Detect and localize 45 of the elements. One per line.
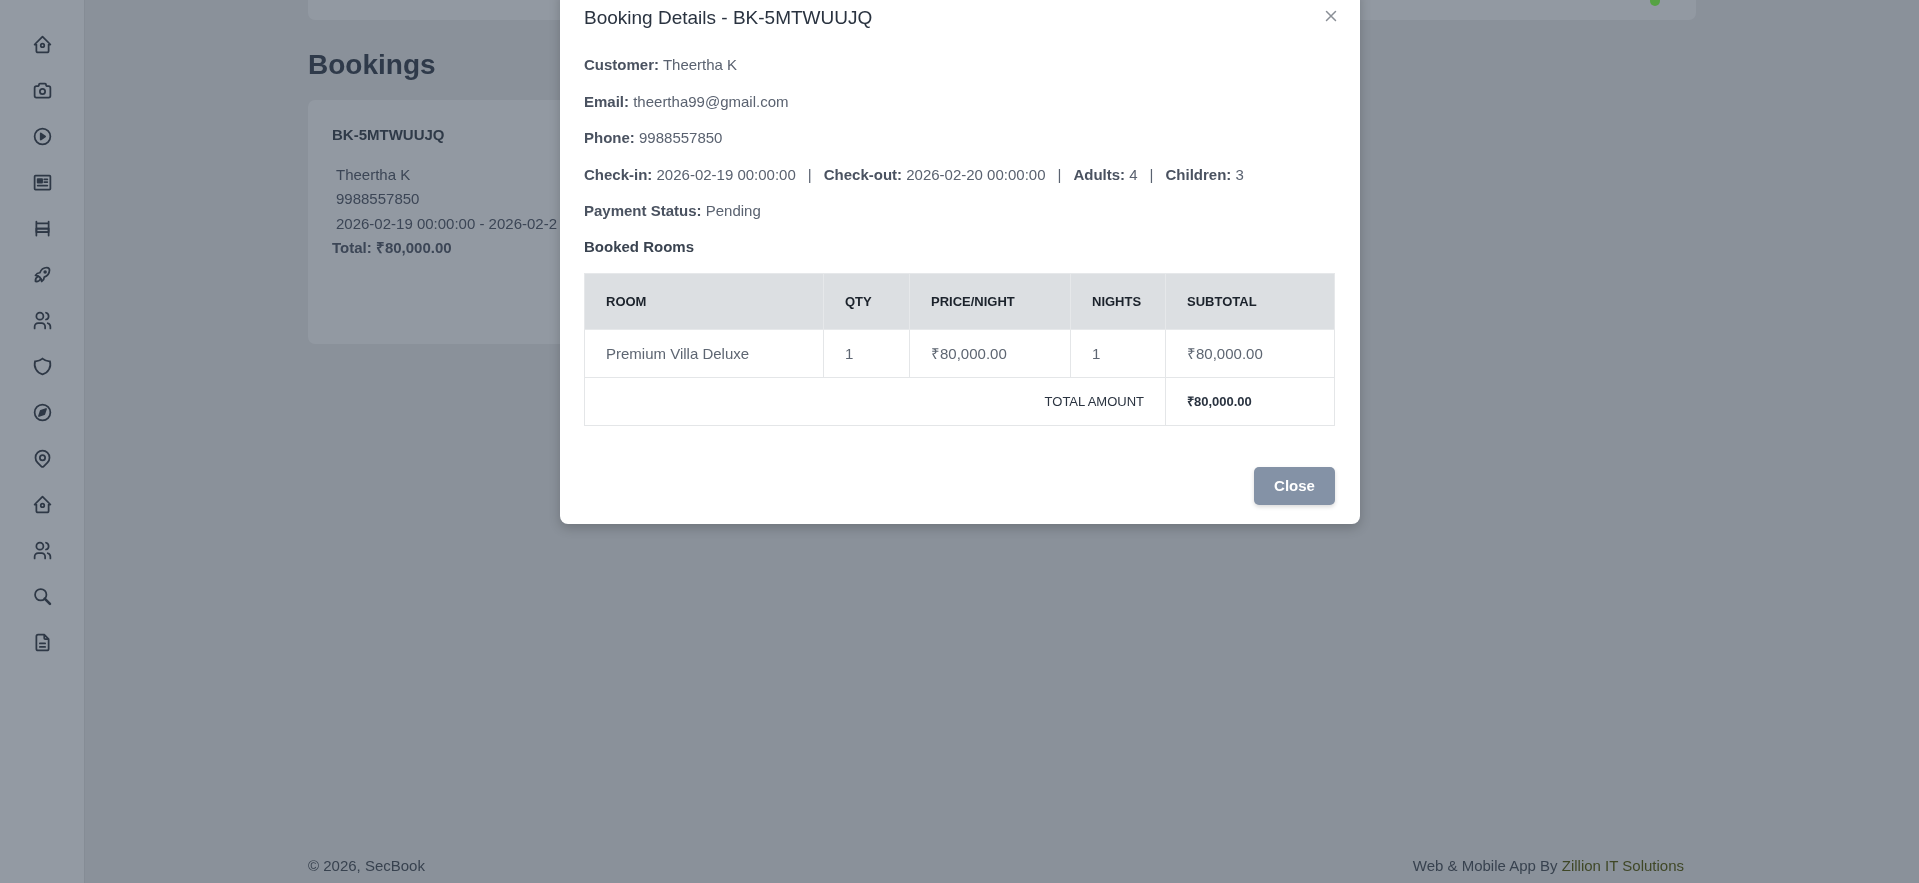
users-icon[interactable] [31,539,53,561]
play-icon[interactable] [31,125,53,147]
table-cell: 1 [823,329,910,377]
booking-total: Total: ₹80,000.00 [332,238,452,259]
credit-link[interactable]: Zillion IT Solutions [1561,857,1684,874]
column-header: QTY [823,273,910,329]
home-icon[interactable] [31,493,53,515]
booking-info: 2026-02-19 00:00:00 - 2026-02-2 [336,213,557,234]
table-cell: Premium Villa Deluxe [584,329,824,377]
column-header: ROOM [584,273,824,329]
home-icon[interactable] [31,33,53,55]
page-title: Bookings [308,50,436,81]
modal-title: Booking Details - BK-5MTWUUJQ [584,6,873,30]
separator: | [1149,165,1154,183]
total-label: TOTAL AMOUNT [584,377,1166,425]
detail-text: Adults: 4 [1073,165,1138,183]
total-amount: ₹80,000.00 [1165,377,1335,425]
table-cell: ₹80,000.00 [1165,329,1335,377]
detail-text: Phone: 9988557850 [584,129,723,146]
separator: | [807,165,812,183]
search-icon[interactable] [31,585,53,607]
booking-info: 9988557850 [336,189,420,210]
detail-text: Customer: Theertha K [584,56,738,73]
booking-id: BK-5MTWUUJQ [332,125,445,143]
table-cell: 1 [1070,329,1166,377]
copyright-text: © 2026, SecBook [308,856,425,876]
column-header: SUBTOTAL [1165,273,1335,329]
column-header: NIGHTS [1070,273,1166,329]
booking-info: Theertha K [336,164,411,185]
detail-text: Payment Status: Pending [584,202,761,219]
detail-text: Children: 3 [1165,165,1244,183]
users-icon[interactable] [31,309,53,331]
detail-text: Email: theertha99@gmail.com [584,92,789,110]
detail-text: Check-out: 2026-02-20 00:00:00 [823,165,1046,183]
close-button[interactable] [1323,8,1339,24]
close-button[interactable]: Close [1254,466,1335,505]
section-title: Booked Rooms [584,236,694,257]
shield-icon[interactable] [31,355,53,377]
table-cell: ₹80,000.00 [909,329,1071,377]
separator: | [1057,165,1062,183]
compass-icon[interactable] [31,401,53,423]
close-icon [1325,10,1337,22]
detail-text: Check-in: 2026-02-19 00:00:00 [584,165,796,183]
column-header: PRICE/NIGHT [909,273,1071,329]
credit-text: Web & Mobile App By Zillion IT Solutions [1412,856,1684,876]
